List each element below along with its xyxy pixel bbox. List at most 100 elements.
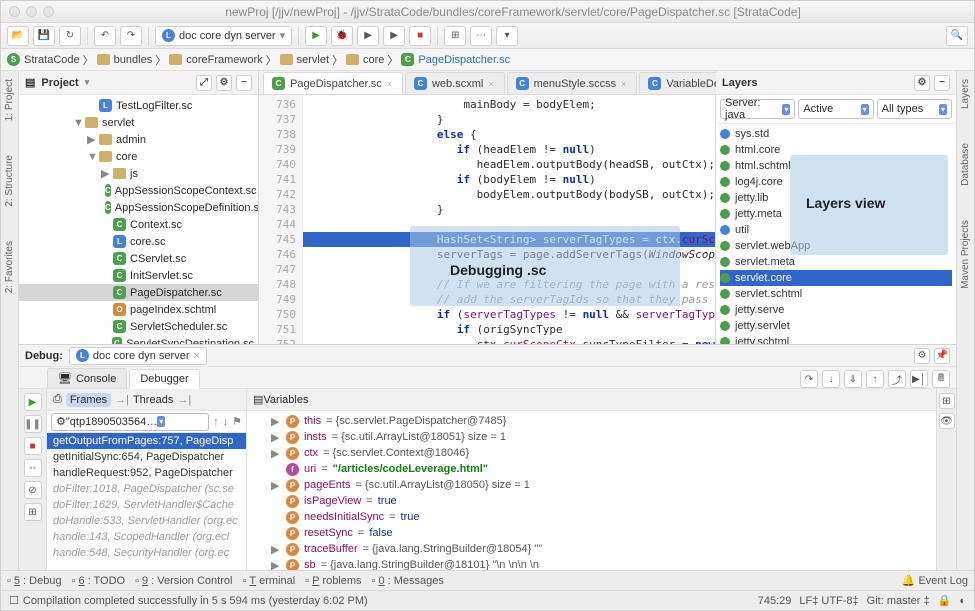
stripe-button[interactable]: Database [960,139,971,190]
breadcrumb-item[interactable]: core [346,54,384,66]
variable-row[interactable]: ▶P pageEnts = {sc.util.ArrayList@18050} … [247,477,936,493]
breadcrumb-item[interactable]: bundles [97,54,153,66]
tree-node[interactable]: ▼core [19,148,258,165]
stripe-button[interactable]: Maven Projects [960,216,971,293]
inspector-icon[interactable]: ◐ [959,595,966,607]
open-icon[interactable]: 📂 [7,26,29,46]
encoding[interactable]: LF‡ UTF-8‡ [799,595,858,607]
resume-icon[interactable]: ▶ [24,393,42,411]
evaluate-icon[interactable]: 🖩 [932,370,950,388]
breadcrumb-item[interactable]: S StrataCode [7,53,80,66]
variable-row[interactable]: P needsInitialSync = true [247,509,936,525]
layer-filter[interactable]: All types▾ [877,99,952,119]
close-icon[interactable]: × [621,79,626,89]
hide-icon[interactable]: − [934,75,950,91]
lock-icon[interactable]: 🔒 [938,594,952,607]
variable-row[interactable]: P isPageView = true [247,493,936,509]
stripe-button[interactable]: 2: Structure [4,151,15,211]
variable-row[interactable]: ▶P sb = {java.lang.StringBuilder@18101} … [247,557,936,570]
threads-tab[interactable]: Threads [133,394,173,406]
redo-icon[interactable]: ↷ [120,26,142,46]
filter-icon[interactable]: ⚑ [232,415,242,428]
stop-icon[interactable]: ■ [409,26,431,46]
variable-row[interactable]: P resetSync = false [247,525,936,541]
frame-row[interactable]: doFilter:1018, PageDispatcher (sc.se [47,481,246,497]
tree-node[interactable]: CServletScheduler.sc [19,318,258,335]
frames-list[interactable]: getOutputFromPages:757, PageDispgetIniti… [47,433,246,570]
debugger-tab[interactable]: Debugger [129,369,199,389]
pause-icon[interactable]: ❚❚ [24,415,42,433]
frame-row[interactable]: getInitialSync:654, PageDispatcher [47,449,246,465]
code-line[interactable]: } [303,202,715,217]
search-icon[interactable]: 🔍 [946,26,968,46]
frame-row[interactable]: doFilter:1629, ServletHandler$Cache [47,497,246,513]
code-line[interactable]: if (serverTagTypes != null && serverTagT… [303,307,715,322]
collapse-icon[interactable]: ⤢ [196,75,212,91]
code-line[interactable]: else { [303,127,715,142]
code-line[interactable]: bodyElem.outputBody(bodySB, outCtx); [303,187,715,202]
variable-row[interactable]: ▶P insts = {sc.util.ArrayList@18051} siz… [247,429,936,445]
code-line[interactable]: mainBody = bodyElem; [303,97,715,112]
tree-node[interactable]: OpageIndex.schtml [19,301,258,318]
caret-position[interactable]: 745:29 [758,595,792,607]
debug-icon[interactable]: 🐞 [331,26,353,46]
variable-row[interactable]: ▶P this = {sc.servlet.PageDispatcher@748… [247,413,936,429]
zoom-icon[interactable] [43,6,54,17]
breadcrumb-item[interactable]: coreFramework [169,54,262,66]
layer-filter[interactable]: Server: java▾ [720,99,795,119]
tree-node[interactable]: CServletSyncDestination.sc [19,335,258,344]
view-breakpoints-icon[interactable]: ◦◦ [24,459,42,477]
coverage-icon[interactable]: ▶ [357,26,379,46]
editor-code[interactable]: mainBody = bodyElem; } else { if (headEl… [303,95,715,344]
variable-row[interactable]: ▶P ctx = {sc.servlet.Context@18046} [247,445,936,461]
prev-frame-icon[interactable]: ↑ [213,416,219,428]
code-line[interactable]: if (headElem != null) [303,142,715,157]
watch-icon[interactable]: 👁 [939,413,955,429]
code-line[interactable]: ctx.curScopeCtx.syncTypeFilter = new Has… [303,337,715,344]
tree-node[interactable]: CContext.sc [19,216,258,233]
tools-icon[interactable]: ⋯ [470,26,492,46]
tree-node[interactable]: Lcore.sc [19,233,258,250]
step-into-icon[interactable]: ↓ [822,370,840,388]
gear-icon[interactable]: ⚙ [914,348,930,364]
structure-icon[interactable]: ⊞ [444,26,466,46]
next-frame-icon[interactable]: ↓ [223,416,229,428]
tool-window-button[interactable]: ▫ Problems [305,575,361,587]
tree-node[interactable]: CInitServlet.sc [19,267,258,284]
layer-item[interactable]: servlet.schtml [720,286,952,302]
drop-frame-icon[interactable]: ⤴ [888,370,906,388]
editor-tab[interactable]: CPageDispatcher.sc× [263,72,403,94]
output-icon[interactable]: ⎙ [53,393,62,406]
close-icon[interactable]: × [488,79,493,89]
variable-row[interactable]: ▶P traceBuffer = {java.lang.StringBuilde… [247,541,936,557]
run-to-cursor-icon[interactable]: ▶│ [910,370,928,388]
tool-window-button[interactable]: ▫ 9: Version Control [135,575,232,587]
stripe-button[interactable]: Layers [960,75,971,113]
debug-config[interactable]: L doc core dyn server × [69,347,207,365]
tree-node[interactable]: CPageDispatcher.sc [19,284,258,301]
sync-icon[interactable]: ↻ [59,26,81,46]
variables-list[interactable]: ▶P this = {sc.servlet.PageDispatcher@748… [247,411,936,570]
tree-node[interactable]: CAppSessionScopeDefinition.sc [19,199,258,216]
layer-item[interactable]: servlet.core [720,270,952,286]
code-line[interactable]: } [303,112,715,127]
run-icon[interactable]: ▶ [305,26,327,46]
tool-window-button[interactable]: ▫ 5: Debug [7,575,62,587]
stop-icon[interactable]: ■ [24,437,42,455]
tree-node[interactable]: ▼servlet [19,114,258,131]
frame-row[interactable]: handleRequest:952, PageDispatcher [47,465,246,481]
variable-row[interactable]: f uri = "/articles/codeLeverage.html" [247,461,936,477]
mute-breakpoints-icon[interactable]: ⊘ [24,481,42,499]
step-over-icon[interactable]: ↷ [800,370,818,388]
tree-node[interactable]: CCServlet.sc [19,250,258,267]
breadcrumb-item[interactable]: C PageDispatcher.sc [401,53,510,66]
console-tab[interactable]: 🖥Console [47,368,127,388]
tree-node[interactable]: CAppSessionScopeContext.sc [19,182,258,199]
frames-tab[interactable]: Frames [66,393,111,407]
frame-row[interactable]: getOutputFromPages:757, PageDisp [47,433,246,449]
step-out-icon[interactable]: ↑ [866,370,884,388]
editor-tab[interactable]: CmenuStyle.sccss× [507,72,638,94]
event-log-button[interactable]: 🔔 Event Log [902,574,968,587]
breadcrumb-item[interactable]: servlet [280,54,329,66]
tool-window-button[interactable]: ▫ 0: Messages [372,575,444,587]
